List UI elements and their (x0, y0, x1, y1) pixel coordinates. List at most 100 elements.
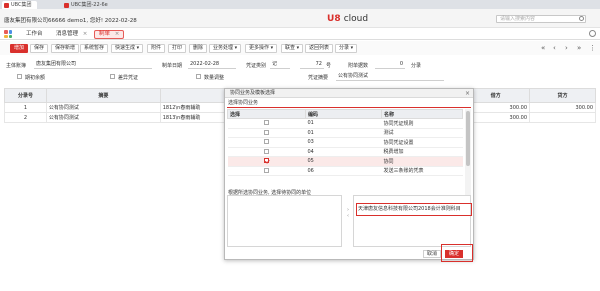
entry-no-cell: 1 (4, 102, 47, 113)
selected-units-list[interactable]: 天津唐友信息科技有限公司2018会计准则科目 (353, 195, 472, 247)
row-checkbox-checked[interactable] (263, 158, 269, 164)
section-underline (227, 107, 471, 108)
code-cell: 05 (305, 156, 382, 167)
table-row[interactable]: 01 测试 (227, 128, 463, 138)
name-cell: 发送三条账的凭表 (381, 166, 463, 176)
credit-cell[interactable] (529, 112, 596, 123)
tab-workbench[interactable]: 工作台 (22, 30, 47, 39)
temp-save-button[interactable]: 系统暂存 (80, 44, 109, 53)
row-checkbox[interactable] (263, 120, 269, 126)
company-info: 唐友集团有限公司66666 demo1, 您好! 2022-02-28 (4, 18, 137, 24)
settings-icon[interactable] (589, 30, 596, 37)
next-page-icon[interactable]: › (565, 44, 568, 53)
code-cell: 06 (305, 166, 382, 176)
list-scrollbar[interactable] (465, 109, 471, 209)
name-cell: 协同 (381, 156, 463, 167)
dialog-title-text: 协同业务及模板选择 (230, 90, 276, 96)
attach-unit: 分录 (411, 63, 422, 69)
attach-field[interactable]: 0 (375, 61, 405, 69)
scrollbar-thumb[interactable] (466, 111, 470, 166)
code-cell: 03 (305, 137, 382, 148)
summary-cell[interactable]: 公有协同测试 (45, 102, 161, 113)
name-cell: 协同凭证规则 (381, 118, 463, 129)
first-page-icon[interactable]: « (541, 44, 545, 53)
search-placeholder: 请输入搜索内容 (500, 16, 536, 22)
date-field[interactable]: 2022-02-28 (188, 61, 236, 69)
select-business-label: 选择协同业务 (228, 100, 259, 106)
browser-tab-ubc-2[interactable]: UBC集团-22-6e (62, 1, 113, 9)
row-checkbox[interactable] (263, 139, 269, 145)
toolbar: 增加 保存 保存新增 系统暂存 快速生成 ▾ 附件 打印 删除 业务处理 ▾ 更… (0, 41, 600, 55)
more-icon[interactable]: ⋮ (589, 44, 596, 53)
save-and-new-button[interactable]: 保存新增 (51, 44, 80, 53)
attach-label: 附单据数 (348, 63, 369, 69)
delete-button[interactable]: 删除 (189, 44, 208, 53)
last-page-icon[interactable]: » (577, 44, 581, 53)
qty-adjust-checkbox[interactable] (196, 74, 201, 79)
apps-grid-icon[interactable] (4, 30, 12, 38)
move-left-icon[interactable]: ‹ (344, 213, 352, 219)
credit-cell[interactable]: 300.00 (529, 102, 596, 113)
col-code: 编码 (305, 109, 382, 119)
close-icon[interactable]: × (465, 89, 470, 98)
tab-voucher-entry[interactable]: 制单 × (94, 30, 125, 39)
inquiry-button[interactable]: 联查 ▾ (281, 44, 304, 53)
main-book-field[interactable]: 唐友集团有限公司 (34, 61, 152, 69)
browser-tab-ubc[interactable]: UBC集团 (2, 1, 37, 9)
voucher-header-row-1: 主体账簿 唐友集团有限公司 制单日期 2022-02-28 凭证类别 记 72 … (0, 60, 600, 70)
selected-company-item[interactable]: 天津唐友信息科技有限公司2018会计准则科目 (356, 203, 472, 216)
global-search-input[interactable]: 请输入搜索内容 (496, 15, 586, 23)
voucher-header-row-2: 期初余额 差异凭证 数量调整 凭证摘要 公有协同测试 (0, 72, 600, 82)
row-checkbox[interactable] (263, 167, 269, 173)
col-credit: 贷方 (529, 88, 596, 103)
voucher-no-field[interactable]: 72 (300, 61, 324, 69)
logo-cloud: cloud (343, 14, 369, 24)
available-units-list[interactable] (227, 195, 342, 247)
back-to-list-button[interactable]: 返回列表 (305, 44, 334, 53)
table-row[interactable]: 01 协同凭证规则 (227, 118, 463, 129)
diff-voucher-checkbox[interactable] (110, 74, 115, 79)
browser-tab-strip: UBC集团 UBC集团-22-6e (0, 0, 600, 9)
code-cell: 01 (305, 118, 382, 129)
close-icon[interactable]: × (115, 31, 120, 37)
table-row[interactable]: 04 税费增加 (227, 147, 463, 157)
code-cell: 04 (305, 147, 382, 157)
summary-cell[interactable]: 公有协同测试 (45, 112, 161, 123)
quick-generate-button[interactable]: 快速生成 ▾ (111, 44, 144, 53)
main-book-label: 主体账簿 (6, 63, 27, 69)
tab-label: 制单 (99, 31, 111, 37)
search-icon[interactable] (579, 16, 584, 21)
close-icon[interactable]: × (83, 31, 88, 37)
entry-button[interactable]: 分录 ▾ (335, 44, 358, 53)
row-checkbox[interactable] (263, 129, 269, 135)
attachment-button[interactable]: 附件 (147, 44, 166, 53)
row-checkbox[interactable] (263, 148, 269, 154)
prev-page-icon[interactable]: ‹ (553, 44, 556, 53)
add-button[interactable]: 增加 (10, 44, 29, 53)
save-button[interactable]: 保存 (30, 44, 49, 53)
tab-messages[interactable]: 消息管理 × (52, 30, 91, 39)
cancel-button[interactable]: 取消 (423, 250, 442, 258)
diff-voucher-label: 差异凭证 (118, 75, 139, 81)
business-list-table: 选择 编码 名称 01 协同凭证规则 01 测试 03 协同凭证设置 04 税费… (227, 109, 463, 176)
favicon-icon (4, 2, 9, 8)
opening-balance-checkbox[interactable] (17, 74, 22, 79)
opening-balance-label: 期初余额 (25, 75, 46, 81)
table-row[interactable]: 03 协同凭证设置 (227, 137, 463, 148)
transfer-arrows: › ‹ (344, 207, 352, 219)
voucher-type-field[interactable]: 记 (270, 61, 290, 69)
tab-label: 工作台 (26, 31, 43, 37)
business-process-button[interactable]: 业务处理 ▾ (209, 44, 242, 53)
name-cell: 协同凭证设置 (381, 137, 463, 148)
print-button[interactable]: 打印 (168, 44, 187, 53)
table-row-selected[interactable]: 05 协同 (227, 156, 463, 167)
table-row[interactable]: 06 发送三条账的凭表 (227, 166, 463, 176)
tab-label: 消息管理 (56, 31, 79, 37)
more-actions-button[interactable]: 更多操作 ▾ (245, 44, 278, 53)
qty-adjust-label: 数量调整 (204, 75, 225, 81)
browser-tab-label: UBC集团-22-6e (71, 2, 108, 8)
favicon-icon (64, 2, 69, 8)
summary-field[interactable]: 公有协同测试 (336, 73, 444, 81)
nav-tabs: 工作台 消息管理 × 制单 × (0, 28, 600, 40)
code-cell: 01 (305, 128, 382, 138)
